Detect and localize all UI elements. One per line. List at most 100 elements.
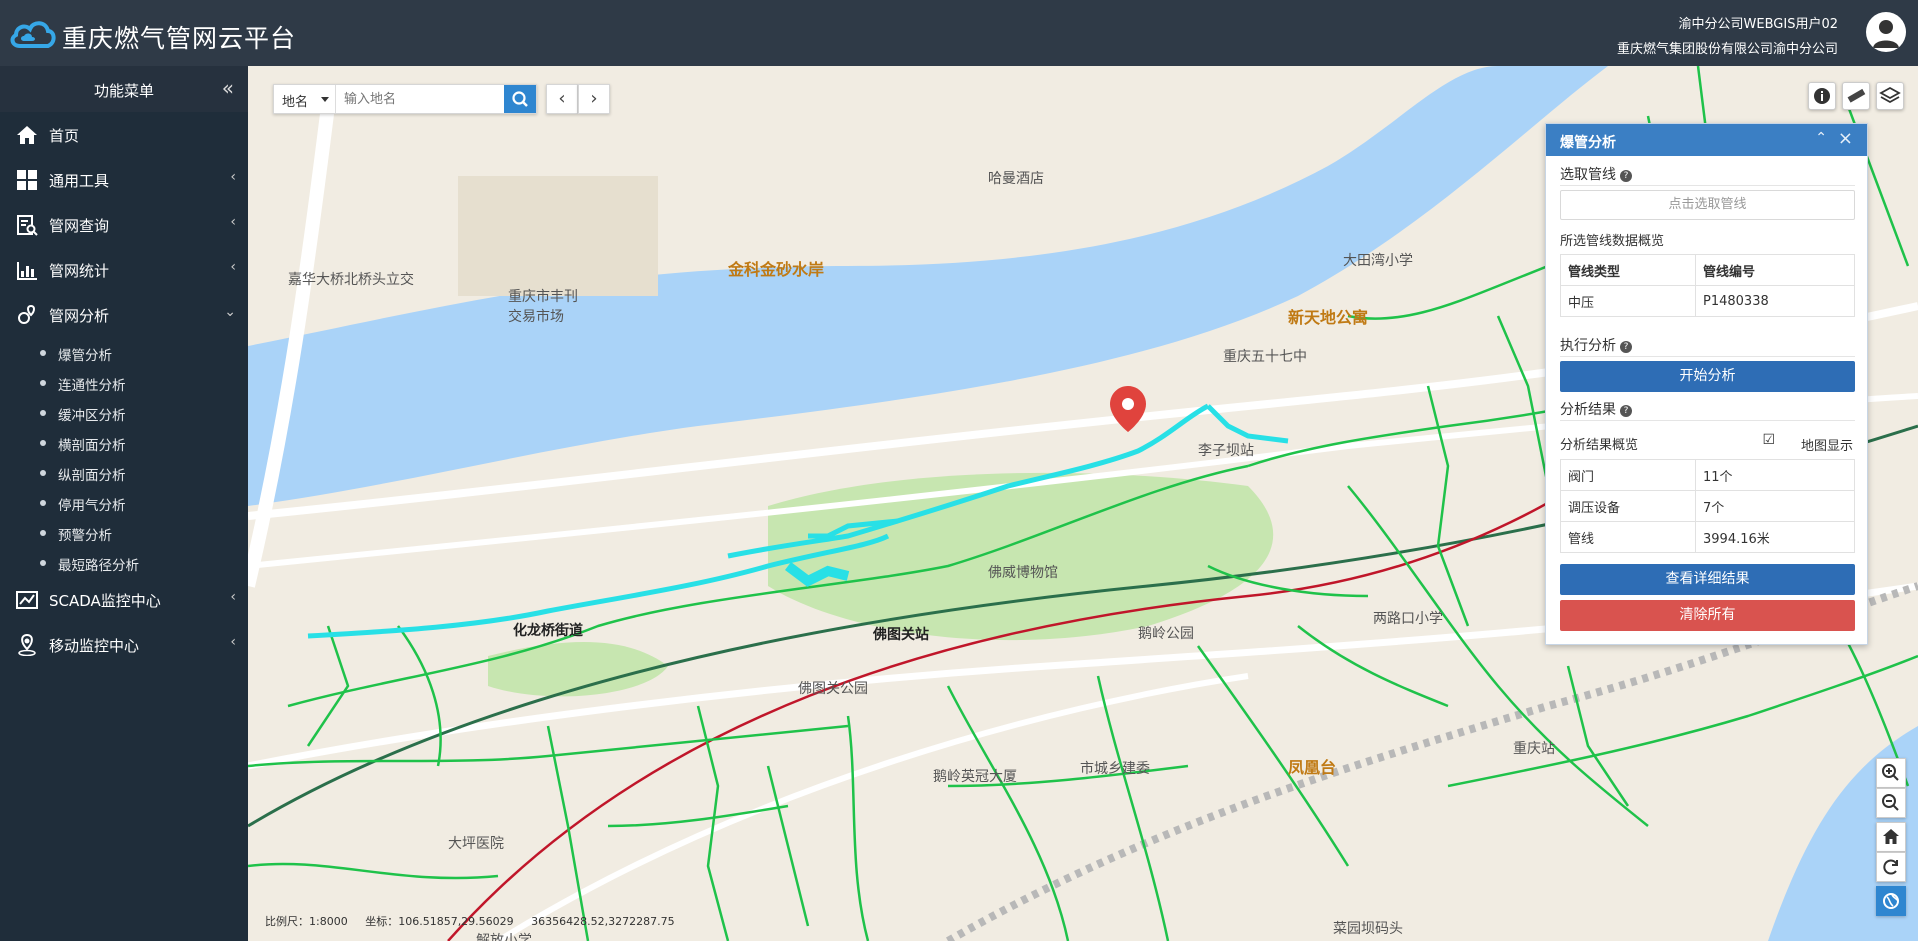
globe-button[interactable] [1876,886,1906,916]
home-icon [17,126,37,144]
cloud-logo-icon [10,21,56,48]
result-overview-label: 分析结果概览 [1560,438,1639,453]
table-row: 管线 3994.16米 [1560,521,1855,553]
collapse-sidebar-icon[interactable]: « [222,76,234,100]
submenu-cross-section-analysis[interactable]: 横剖面分析 [0,427,248,457]
submenu-gas-outage-analysis[interactable]: 停用气分析 [0,487,248,517]
sidebar-item-home[interactable]: 首页 [0,112,248,157]
sidebar-item-scada[interactable]: SCADA监控中心 ‹ [0,577,248,622]
map-label-fotuguan-station: 佛图关站 [873,627,929,643]
user-icon [1873,20,1899,48]
table-header: 管线类型 [1560,254,1696,286]
pipe-overview-label: 所选管线数据概览 [1560,234,1665,249]
table-row: 中压 P1480338 [1560,285,1855,317]
bullet-icon [40,440,46,446]
company-name: 重庆燃气集团股份有限公司渝中分公司 [1616,42,1838,57]
bullet-icon [40,410,46,416]
home-extent-button[interactable] [1876,822,1906,852]
view-details-button[interactable]: 查看详细结果 [1560,564,1855,595]
map-label-yuanzi: 菜园坝码头 [1333,921,1403,937]
previous-view-button[interactable]: ‹ [546,84,578,114]
sidebar-item-label: 管网查询 [49,217,110,235]
sidebar-item-analysis[interactable]: 管网分析 ⌄ [0,292,248,337]
sidebar-item-label: 移动监控中心 [49,637,140,655]
map-status-bar: 比例尺：1:8000 坐标：106.51857,29.56029 3635642… [265,913,689,929]
refresh-icon [1883,859,1898,875]
bar-chart-icon [17,262,37,280]
map-label-school-57: 重庆五十七中 [1223,349,1307,365]
search-button[interactable] [504,85,536,113]
map-label-eling: 鹅岭公园 [1138,626,1194,642]
pick-pipe-button[interactable]: 点击选取管线 [1560,190,1855,220]
refresh-button[interactable] [1876,852,1906,882]
start-analysis-button[interactable]: 开始分析 [1560,361,1855,392]
clear-all-button[interactable]: 清除所有 [1560,600,1855,631]
table-row: 调压设备 7个 [1560,490,1855,522]
zoom-in-button[interactable] [1876,758,1906,788]
help-icon[interactable]: ? [1620,341,1632,353]
submenu-burst-analysis[interactable]: 爆管分析 [0,337,248,367]
help-icon[interactable]: ? [1620,405,1632,417]
info-tool-button[interactable] [1808,82,1836,110]
submenu-warning-analysis[interactable]: 预警分析 [0,517,248,547]
map-label-hualong: 化龙桥街道 [513,623,583,639]
map-display-checkbox[interactable]: ☑ [1762,432,1775,448]
bullet-icon [40,560,46,566]
burst-analysis-panel: 爆管分析 ⌃ × 选取管线? 点击选取管线 所选管线数据概览 管线类型 管线编号… [1545,123,1868,645]
submenu-profile-analysis[interactable]: 纵剖面分析 [0,457,248,487]
info-icon [1814,88,1830,104]
map-label-chengxiang: 市城乡建委 [1080,761,1150,777]
chevron-left-icon: ‹ [558,88,566,109]
map-label-xintiandi: 新天地公寓 [1288,308,1369,327]
measure-tool-button[interactable] [1842,82,1870,110]
result-name: 调压设备 [1560,490,1696,522]
menu-title: 功能菜单 [93,82,154,100]
sidebar-item-query[interactable]: 管网查询 ‹ [0,202,248,247]
submenu-buffer-analysis[interactable]: 缓冲区分析 [0,397,248,427]
search-doc-icon [17,215,38,236]
bullet-icon [40,500,46,506]
sidebar-item-label: 通用工具 [49,172,110,190]
bullet-icon [40,530,46,536]
result-name: 管线 [1560,521,1696,553]
zoom-out-button[interactable] [1876,788,1906,818]
sidebar-item-label: 首页 [49,127,80,145]
panel-header: 爆管分析 ⌃ × [1546,124,1867,156]
sidebar-item-stats[interactable]: 管网统计 ‹ [0,247,248,292]
divider [1560,356,1855,357]
bullet-icon [40,350,46,356]
place-search-input[interactable] [336,85,504,113]
panel-title: 爆管分析 [1560,135,1616,151]
search-type-select[interactable]: 地名 [274,85,336,113]
submenu-shortest-path-analysis[interactable]: 最短路径分析 [0,547,248,577]
map-label-liziba: 李子坝站 [1198,443,1254,459]
location-icon [18,634,36,656]
scale-readout: 比例尺：1:8000 [265,915,348,928]
sidebar-item-tools[interactable]: 通用工具 ‹ [0,157,248,202]
sidebar-item-label: 管网分析 [49,307,110,325]
bullet-icon [40,470,46,476]
sidebar-item-mobile[interactable]: 移动监控中心 ‹ [0,622,248,667]
chevron-left-icon: ‹ [230,634,236,650]
submenu-connectivity-analysis[interactable]: 连通性分析 [0,367,248,397]
select-pipe-section-title: 选取管线? [1560,164,1632,184]
selected-pipe-table: 管线类型 管线编号 中压 P1480338 [1560,254,1855,317]
globe-icon [1883,893,1899,909]
help-icon[interactable]: ? [1620,170,1632,182]
collapse-panel-icon[interactable]: ⌃ [1815,130,1827,146]
user-avatar[interactable] [1866,12,1906,52]
next-view-button[interactable]: › [578,84,610,114]
place-search-bar: 地名 [273,84,537,114]
top-bar: 重庆燃气管网云平台 渝中分公司WEBGIS用户02 重庆燃气集团股份有限公司渝中… [0,0,1918,66]
map-label-lianglukou: 两路口小学 [1373,611,1443,627]
close-icon[interactable]: × [1838,128,1853,149]
pipe-type-cell: 中压 [1560,285,1696,317]
table-header: 管线编号 [1695,254,1855,286]
map-label-market-2: 交易市场 [508,309,564,325]
grid-icon [17,170,37,190]
result-value: 7个 [1695,490,1855,522]
chevron-left-icon: ‹ [230,589,236,605]
map-label-yingbin: 鹅岭英冠大厦 [933,769,1017,785]
layers-tool-button[interactable] [1876,82,1904,110]
map-label-hospital: 大坪医院 [448,836,504,852]
